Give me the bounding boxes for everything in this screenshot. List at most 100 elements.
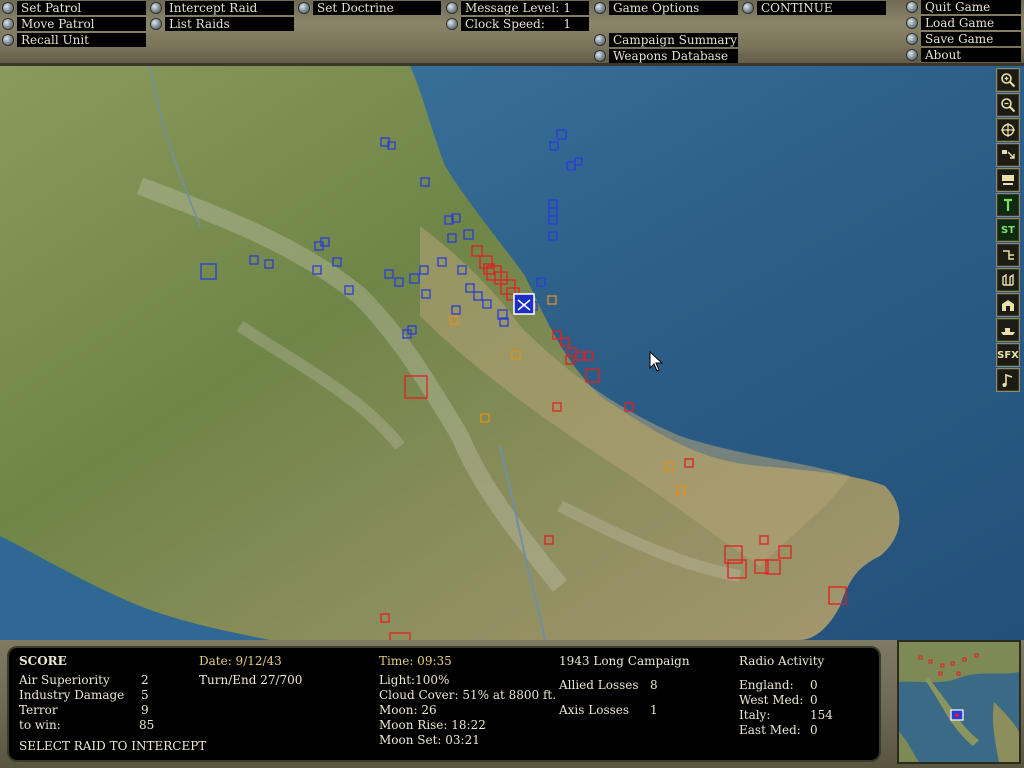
radio-region-italy: Italy:: [739, 708, 771, 722]
button-knob-icon: [447, 19, 457, 29]
allied-losses-value: 8: [650, 678, 658, 692]
time-readout: Time: 09:35: [379, 654, 452, 668]
zoom-out-icon: [1001, 98, 1016, 113]
allied-losses-label: Allied Losses: [559, 678, 639, 692]
button-knob-icon: [595, 3, 605, 13]
radio-value-england: 0: [810, 678, 818, 692]
to-win-value: 85: [139, 718, 155, 732]
clock-speed-value: 1: [563, 17, 571, 31]
radio-region-east-med: East Med:: [739, 723, 801, 737]
zoom-in-button[interactable]: [996, 68, 1020, 92]
date-readout: Date: 9/12/43: [199, 654, 282, 668]
button-knob-icon: [3, 3, 13, 13]
zoom-out-button[interactable]: [996, 93, 1020, 117]
set-doctrine-button[interactable]: Set Doctrine: [299, 1, 441, 15]
flag-icon: [1004, 198, 1012, 211]
light-readout: Light:100%: [379, 673, 450, 687]
button-knob-icon: [151, 19, 161, 29]
list-raids-button[interactable]: List Raids: [151, 17, 294, 31]
move-patrol-button[interactable]: Move Patrol: [3, 17, 146, 31]
moon-readout: Moon: 26: [379, 703, 437, 717]
airbase-toggle-button[interactable]: [996, 168, 1020, 192]
fort-icon: [1002, 273, 1014, 286]
terror-value: 9: [141, 703, 149, 717]
message-level-value: 1: [563, 1, 571, 15]
axis-losses-label: Axis Losses: [559, 703, 630, 717]
button-knob-icon: [3, 19, 13, 29]
set-patrol-button[interactable]: Set Patrol: [3, 1, 146, 15]
campaign-map[interactable]: [0, 66, 1024, 640]
air-superiority-label: Air Superiority: [19, 673, 110, 687]
clock-speed-label: Clock Speed:: [465, 17, 545, 31]
terror-label: Terror: [19, 703, 58, 717]
grid-icon: [1002, 150, 1015, 159]
about-button[interactable]: About: [907, 48, 1021, 62]
quit-game-button[interactable]: Quit Game: [907, 0, 1021, 14]
clock-speed-button[interactable]: Clock Speed: 1: [447, 17, 589, 31]
grid-toggle-button[interactable]: [996, 143, 1020, 167]
button-knob-icon: [595, 51, 605, 61]
radio-region-west-med: West Med:: [739, 693, 804, 707]
music-toggle-button[interactable]: [996, 368, 1020, 392]
message-level-label: Message Level:: [465, 1, 560, 15]
factory-icon: [1002, 300, 1014, 311]
radio-activity-title: Radio Activity: [739, 654, 825, 668]
continue-button[interactable]: CONTINUE: [743, 1, 886, 15]
top-menu-bar: Set Patrol Move Patrol Recall Unit Inter…: [0, 0, 1024, 66]
save-game-button[interactable]: Save Game: [907, 32, 1021, 46]
moon-rise-readout: Moon Rise: 18:22: [379, 718, 486, 732]
industry-damage-value: 5: [141, 688, 149, 702]
message-level-button[interactable]: Message Level: 1: [447, 1, 589, 15]
crosshair-icon: [1001, 123, 1015, 137]
button-knob-icon: [907, 2, 917, 12]
industry-damage-label: Industry Damage: [19, 688, 125, 702]
score-title: SCORE: [19, 654, 67, 668]
air-superiority-value: 2: [141, 673, 149, 687]
axis-losses-value: 1: [650, 703, 658, 717]
button-knob-icon: [447, 3, 457, 13]
zoom-in-icon: [1001, 73, 1016, 88]
minimap-canvas: [899, 642, 1019, 762]
sfx-label: SFX: [997, 349, 1019, 361]
flag-toggle-button[interactable]: [996, 193, 1020, 217]
radio-value-east-med: 0: [810, 723, 818, 737]
to-win-label: to win:: [19, 718, 61, 732]
button-knob-icon: [299, 3, 309, 13]
center-map-button[interactable]: [996, 118, 1020, 142]
game-options-button[interactable]: Game Options: [595, 1, 738, 15]
recall-unit-button[interactable]: Recall Unit: [3, 33, 146, 47]
sfx-toggle-button[interactable]: SFX: [996, 343, 1020, 367]
button-knob-icon: [907, 18, 917, 28]
intercept-raid-button[interactable]: Intercept Raid: [151, 1, 294, 15]
cloud-cover-readout: Cloud Cover: 51% at 8800 ft.: [379, 688, 557, 702]
campaign-name: 1943 Long Campaign: [559, 654, 690, 668]
action-prompt: SELECT RAID TO INTERCEPT: [19, 739, 207, 753]
minimap[interactable]: [897, 640, 1021, 764]
button-knob-icon: [3, 35, 13, 45]
ship-toggle-button[interactable]: [996, 318, 1020, 342]
button-knob-icon: [595, 35, 605, 45]
st-toggle-button[interactable]: ST: [996, 218, 1020, 242]
rail-toggle-button[interactable]: [996, 243, 1020, 267]
airbase-icon: [1002, 175, 1014, 185]
rail-icon: [1003, 250, 1014, 260]
music-note-icon: [1002, 373, 1013, 387]
campaign-summary-button[interactable]: Campaign Summary: [595, 33, 738, 47]
button-knob-icon: [151, 3, 161, 13]
weapons-database-button[interactable]: Weapons Database: [595, 49, 738, 63]
moon-set-readout: Moon Set: 03:21: [379, 733, 480, 747]
radio-value-italy: 154: [810, 708, 833, 722]
ship-icon: [1001, 328, 1015, 335]
load-game-button[interactable]: Load Game: [907, 16, 1021, 30]
button-knob-icon: [743, 3, 753, 13]
fort-toggle-button[interactable]: [996, 268, 1020, 292]
factory-toggle-button[interactable]: [996, 293, 1020, 317]
status-panel: SCORE Air Superiority 2 Industry Damage …: [9, 648, 879, 760]
radio-region-england: England:: [739, 678, 794, 692]
map-canvas: [0, 66, 1024, 640]
st-label: ST: [1000, 224, 1016, 236]
button-knob-icon: [907, 34, 917, 44]
selected-unit-marker: [513, 293, 535, 315]
turn-end-readout: Turn/End 27/700: [199, 673, 303, 687]
radio-value-west-med: 0: [810, 693, 818, 707]
